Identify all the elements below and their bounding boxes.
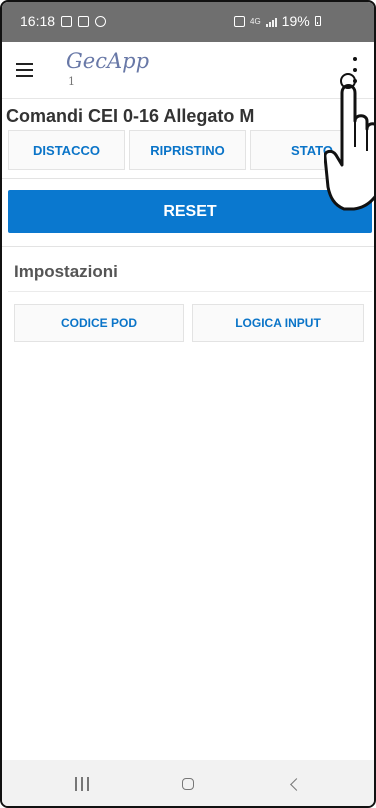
commands-divider [2, 178, 374, 179]
settings-divider [8, 291, 372, 292]
commands-title: Comandi CEI 0-16 Allegato M [6, 106, 255, 126]
settings-buttons: CODICE POD LOGICA INPUT [14, 304, 364, 342]
distacco-button[interactable]: DISTACCO [8, 130, 125, 170]
back-icon[interactable] [280, 770, 308, 798]
app-title: GecApp [66, 49, 150, 73]
sync-icon [95, 15, 107, 27]
phone-frame: 16:18 4G 19% GecApp 1 Comandi CEI 0-16 A… [0, 0, 376, 808]
clock-time: 16:18 [20, 13, 56, 29]
android-nav-bar [2, 760, 374, 806]
pointing-hand-icon [324, 73, 374, 211]
battery-icon [314, 16, 321, 26]
reset-button[interactable]: RESET [8, 190, 372, 233]
home-icon[interactable] [174, 770, 202, 798]
notification-icon [78, 15, 90, 27]
status-right: 4G 19% [234, 13, 321, 29]
network-type: 4G [250, 16, 261, 26]
menu-icon[interactable] [10, 56, 38, 84]
app-subtitle: 1 [68, 75, 75, 88]
battery-percentage: 19% [281, 13, 310, 29]
status-bar: 16:18 4G 19% [2, 2, 374, 42]
codice-pod-button[interactable]: CODICE POD [14, 304, 184, 342]
logica-input-button[interactable]: LOGICA INPUT [192, 304, 364, 342]
settings-title: Impostazioni [14, 262, 118, 281]
reset-divider [2, 246, 374, 247]
signal-icon [265, 16, 277, 27]
gallery-icon [61, 15, 73, 27]
lock-icon [234, 15, 245, 27]
app-bar: GecApp 1 [2, 42, 374, 99]
status-left: 16:18 [20, 13, 107, 29]
recent-apps-icon[interactable] [68, 770, 96, 798]
command-buttons: DISTACCO RIPRISTINO STATO [2, 130, 374, 170]
ripristino-button[interactable]: RIPRISTINO [129, 130, 246, 170]
